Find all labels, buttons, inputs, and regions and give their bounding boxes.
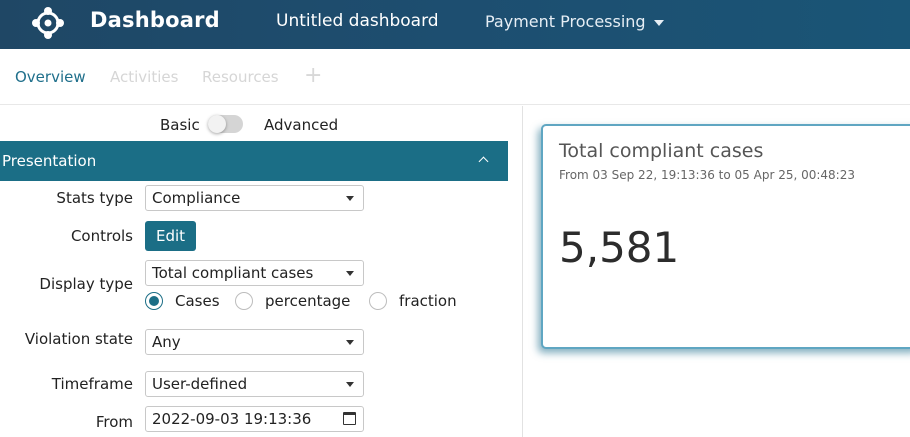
card-title: Total compliant cases (559, 140, 764, 162)
mode-advanced-label: Advanced (264, 116, 339, 134)
from-date-value: 2022-09-03 19:13:36 (152, 410, 312, 428)
caret-down-icon (346, 196, 354, 201)
radio-fraction-label: fraction (399, 292, 457, 310)
toggle-knob (208, 115, 226, 133)
timeframe-select[interactable]: User-defined (145, 371, 364, 397)
calendar-icon[interactable] (343, 412, 356, 425)
from-date-input[interactable]: 2022-09-03 19:13:36 (145, 406, 364, 432)
controls-label: Controls (70, 227, 133, 245)
mode-basic-label: Basic (160, 116, 200, 134)
display-type-select[interactable]: Total compliant cases (145, 260, 364, 286)
caret-down-icon (346, 271, 354, 276)
card-value: 5,581 (559, 223, 680, 272)
presentation-section-header[interactable]: Presentation (0, 141, 508, 181)
stats-type-label: Stats type (56, 189, 133, 207)
timeframe-label: Timeframe (51, 375, 133, 393)
violation-state-label: Violation state (24, 330, 133, 348)
section-title: Presentation (2, 152, 97, 170)
brand-title[interactable]: Dashboard (90, 8, 220, 32)
dashboard-title[interactable]: Untitled dashboard (276, 11, 439, 31)
edit-controls-button[interactable]: Edit (145, 221, 196, 251)
violation-state-select[interactable]: Any (145, 329, 364, 355)
radio-cases-label: Cases (175, 292, 220, 310)
network-diamond-icon[interactable] (32, 7, 64, 39)
radio-cases[interactable] (145, 292, 163, 310)
from-label: From (95, 413, 133, 431)
card-subtitle: From 03 Sep 22, 19:13:36 to 05 Apr 25, 0… (559, 168, 855, 182)
caret-down-icon (653, 20, 664, 26)
add-tab-button[interactable]: + (304, 63, 322, 88)
caret-down-icon (346, 340, 354, 345)
tab-bar: Overview Activities Resources + (0, 49, 910, 105)
tab-overview[interactable]: Overview (15, 68, 86, 86)
radio-fraction[interactable] (369, 292, 387, 310)
tab-activities[interactable]: Activities (110, 68, 178, 86)
violation-state-value: Any (152, 333, 181, 351)
stat-card[interactable]: Total compliant cases From 03 Sep 22, 19… (541, 124, 910, 349)
stats-type-select[interactable]: Compliance (145, 185, 364, 211)
stats-type-value: Compliance (152, 189, 241, 207)
radio-percentage-label: percentage (265, 292, 351, 310)
chevron-up-icon (478, 156, 489, 167)
display-type-value: Total compliant cases (152, 264, 314, 282)
settings-panel: Basic Advanced Presentation Stats type C… (0, 106, 523, 437)
process-label: Payment Processing (485, 12, 646, 31)
top-bar: Dashboard Untitled dashboard Payment Pro… (0, 0, 910, 49)
tab-resources[interactable]: Resources (202, 68, 279, 86)
mode-toggle[interactable] (208, 115, 243, 133)
radio-percentage[interactable] (235, 292, 253, 310)
process-selector[interactable]: Payment Processing (485, 12, 664, 31)
caret-down-icon (346, 382, 354, 387)
display-type-label: Display type (39, 275, 133, 293)
timeframe-value: User-defined (152, 375, 248, 393)
